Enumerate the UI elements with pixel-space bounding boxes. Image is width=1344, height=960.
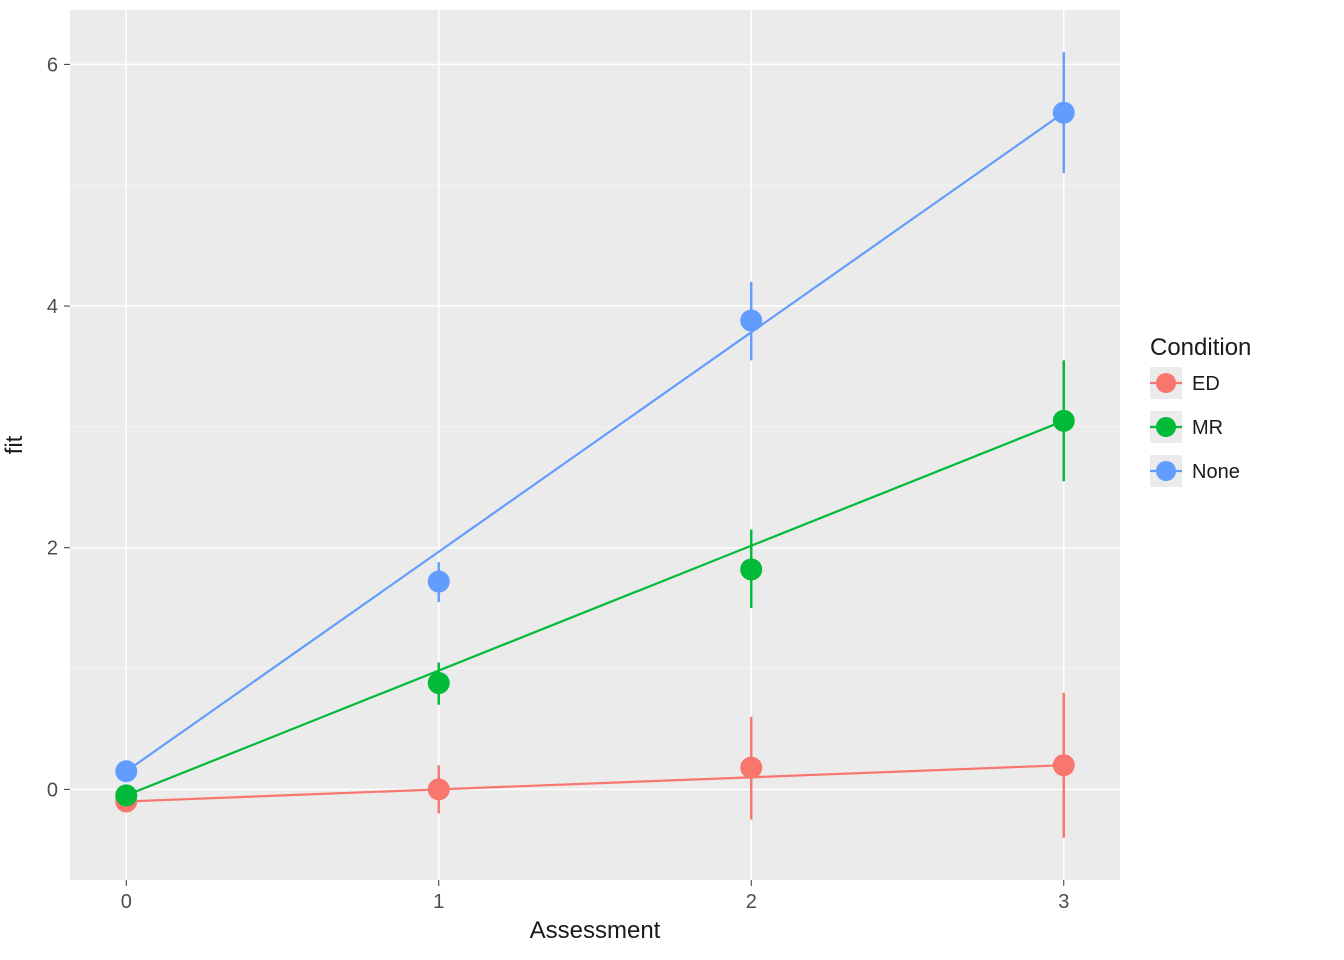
legend: Condition ED MR None <box>1150 334 1251 487</box>
x-axis-title: Assessment <box>530 917 661 944</box>
data-point <box>1053 102 1075 124</box>
legend-title: Condition <box>1150 334 1251 361</box>
data-point <box>740 558 762 580</box>
y-tick-label: 2 <box>47 538 58 560</box>
data-point <box>115 784 137 806</box>
x-tick-label: 0 <box>121 891 132 913</box>
data-point <box>740 757 762 779</box>
x-axis-ticks <box>126 880 1064 886</box>
data-point <box>740 310 762 332</box>
x-tick-label: 2 <box>746 891 757 913</box>
data-point <box>428 778 450 800</box>
x-axis-tick-labels: 0 1 2 3 <box>121 891 1070 913</box>
y-axis-tick-labels: 0 2 4 6 <box>47 54 58 801</box>
data-point <box>1053 754 1075 776</box>
legend-label: None <box>1192 461 1240 483</box>
y-tick-label: 6 <box>47 54 58 76</box>
chart-container: 0 1 2 3 0 2 4 6 Assessment fit Condition ED MR N… <box>0 0 1344 960</box>
data-point <box>428 672 450 694</box>
x-tick-label: 3 <box>1058 891 1069 913</box>
plot-panel <box>70 10 1120 880</box>
legend-label: ED <box>1192 373 1220 395</box>
legend-key-point <box>1156 373 1176 393</box>
y-tick-label: 0 <box>47 779 58 801</box>
legend-label: MR <box>1192 417 1223 439</box>
y-axis-ticks <box>64 64 70 789</box>
data-point <box>115 760 137 782</box>
legend-items: ED MR None <box>1150 367 1240 487</box>
y-tick-label: 4 <box>47 296 58 318</box>
chart-svg: 0 1 2 3 0 2 4 6 Assessment fit Condition ED MR N… <box>0 0 1344 960</box>
x-tick-label: 1 <box>433 891 444 913</box>
y-axis-title: fit <box>1 435 28 454</box>
legend-key-point <box>1156 417 1176 437</box>
legend-key-point <box>1156 461 1176 481</box>
data-point <box>428 571 450 593</box>
data-point <box>1053 410 1075 432</box>
